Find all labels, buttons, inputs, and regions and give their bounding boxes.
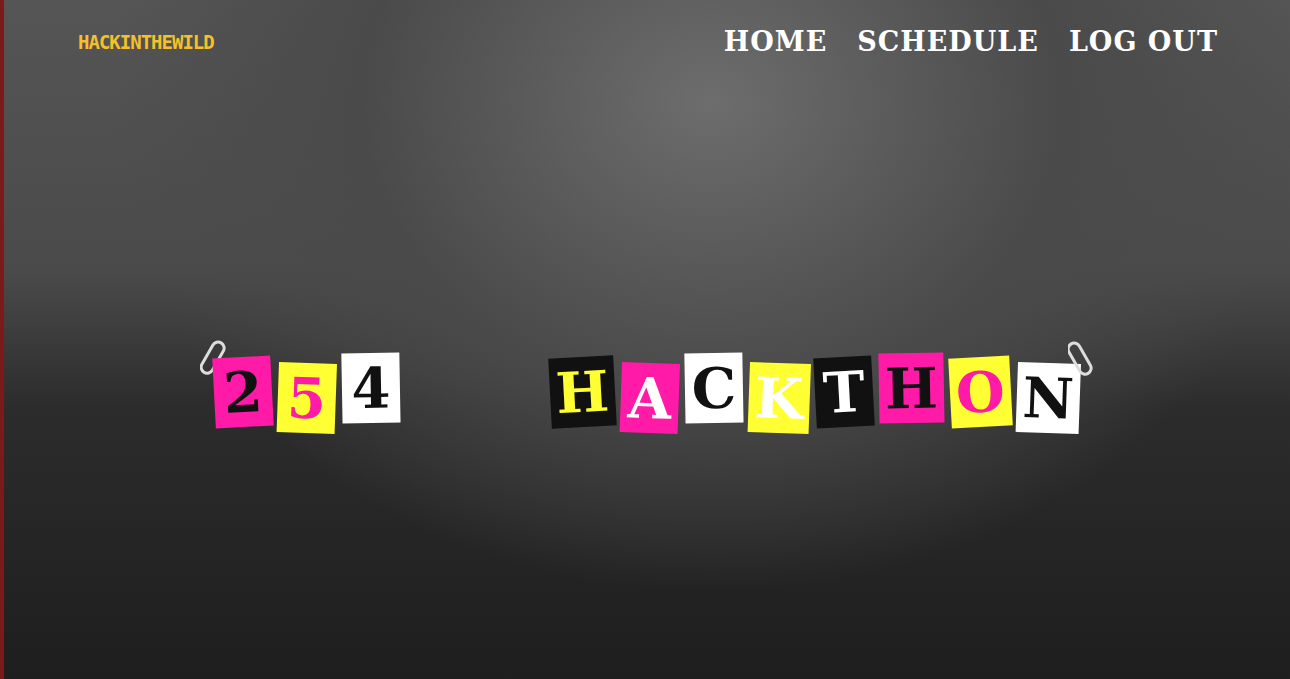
hero: 254HACKTHON [4,57,1290,679]
nav-link[interactable]: LOG OUT [1069,26,1218,57]
title-word: 254 [214,357,400,427]
letter-tile: O [948,355,1012,428]
background-photo [4,0,1290,679]
hero-page: HACKINTHEWILDHOMESCHEDULELOG OUT254HACKT… [0,0,1290,679]
letter-tile: K [747,362,810,434]
letter-tile: T [814,356,876,429]
site-header: HACKINTHEWILD HOME SCHEDULE LOG OUT [4,0,1290,57]
letter-tile: C [684,352,743,423]
logo[interactable]: HACKINTHEWILD [78,31,214,53]
letter-tile: 5 [276,362,336,434]
paperclip-icon [1068,339,1094,379]
letter-tile: H [879,352,945,423]
title-word: HACKTHON [550,357,1080,427]
letter-tile: 2 [212,356,274,429]
nav: HOME SCHEDULE LOG OUT [724,26,1218,57]
letter-tile: H [548,355,616,428]
letter-tile: 4 [341,352,400,423]
letter-tile: N [1016,362,1082,434]
nav-link[interactable]: HOME [724,26,828,57]
letter-tile: A [619,362,679,434]
hero-title: 254HACKTHON [214,357,1080,679]
nav-link[interactable]: SCHEDULE [857,26,1039,57]
